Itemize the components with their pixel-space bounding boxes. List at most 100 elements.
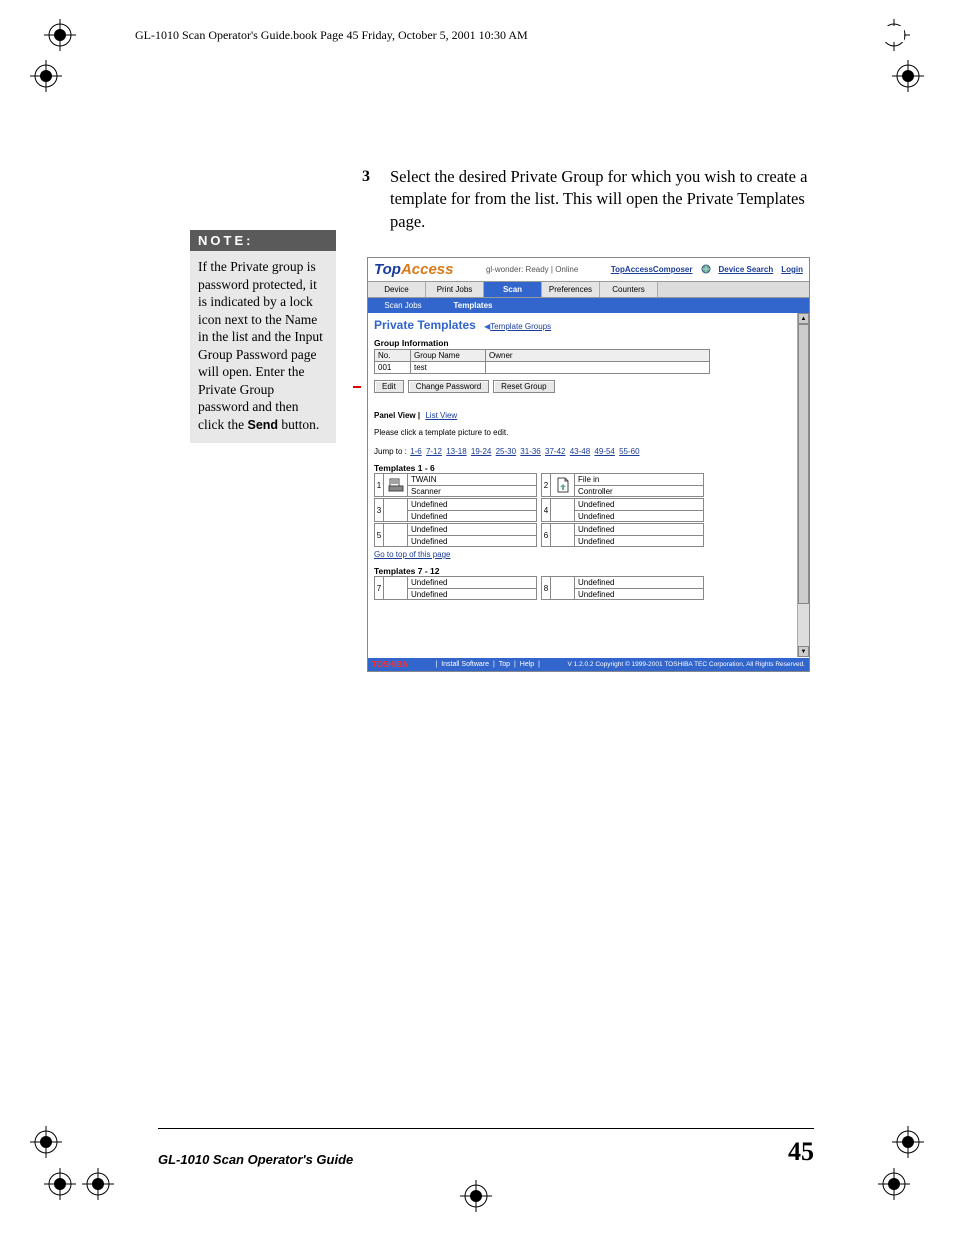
template-line1: TWAIN [407,473,537,485]
template-cell[interactable]: 2File inController [541,473,704,497]
scroll-thumb[interactable] [798,324,809,604]
jump-link[interactable]: 25-30 [496,447,516,456]
template-number: 3 [374,498,383,522]
frame-header-text: GL-1010 Scan Operator's Guide.book Page … [130,28,533,43]
template-cell[interactable]: 8UndefinedUndefined [541,576,704,600]
footer-link[interactable]: Help [520,661,534,668]
go-to-top-link[interactable]: Go to top of this page [374,550,803,559]
reset-group-button[interactable]: Reset Group [493,380,554,393]
footer-link[interactable]: Install Software [441,661,489,668]
document-footer: GL-1010 Scan Operator's Guide 45 [158,1128,814,1167]
template-cell[interactable]: 4UndefinedUndefined [541,498,704,522]
callout-mark [353,386,361,388]
template-icon[interactable] [383,523,407,547]
link-composer[interactable]: TopAccessComposer [611,265,693,274]
tab-counters[interactable]: Counters [600,282,658,297]
template-icon[interactable] [383,576,407,600]
list-view-link[interactable]: List View [425,411,457,420]
reg-mark-icon [460,1180,492,1212]
reg-mark-icon [878,1168,910,1200]
template-number: 8 [541,576,550,600]
template-line1: Undefined [574,523,704,535]
app-header: TopAccess gl-wonder: Ready | Online TopA… [368,258,809,281]
page-number: 45 [788,1137,814,1167]
reg-mark-icon [82,1168,114,1200]
template-line1: Undefined [407,576,537,588]
note-heading: NOTE: [190,230,336,251]
subtab-scan-jobs[interactable]: Scan Jobs [368,298,438,313]
tab-device[interactable]: Device [368,282,426,297]
template-cell[interactable]: 7 UndefinedUndefined [374,576,537,600]
template-cell[interactable]: 3 UndefinedUndefined [374,498,537,522]
subtab-templates[interactable]: Templates [438,298,508,313]
template-line2: Scanner [407,485,537,497]
scrollbar[interactable]: ▲ ▼ [797,313,809,657]
group-info-table: No. Group Name Owner 001 test [374,349,710,374]
note-box: NOTE: If the Private group is password p… [190,230,336,443]
template-icon[interactable] [383,473,407,497]
template-number: 1 [374,473,383,497]
template-line2: Controller [574,485,704,497]
template-line2: Undefined [407,535,537,547]
template-cell[interactable]: 1 TWAINScanner [374,473,537,497]
note-body-bold: Send [247,418,278,432]
gi-th-owner: Owner [486,350,710,362]
jump-link[interactable]: 1-6 [410,447,422,456]
template-number: 6 [541,523,550,547]
jump-link[interactable]: 55-60 [619,447,639,456]
jump-link[interactable]: 37-42 [545,447,565,456]
breadcrumb-link[interactable]: Template Groups [490,322,551,331]
instruction-text: Please click a template picture to edit. [374,428,803,437]
jump-label: Jump to : [374,447,407,456]
jump-link[interactable]: 31-36 [520,447,540,456]
embedded-screenshot: TopAccess gl-wonder: Ready | Online TopA… [367,257,810,672]
template-line2: Undefined [407,510,537,522]
step-number: 3 [362,168,370,186]
gi-th-name: Group Name [411,350,486,362]
tab-preferences[interactable]: Preferences [542,282,600,297]
scroll-up-button[interactable]: ▲ [798,313,809,324]
reg-mark-icon [44,19,76,51]
footer-link[interactable]: Top [499,661,510,668]
jump-link[interactable]: 19-24 [471,447,491,456]
template-line1: Undefined [574,576,704,588]
template-number: 2 [541,473,550,497]
template-line2: Undefined [407,588,537,600]
template-icon[interactable] [550,473,574,497]
scroll-down-button[interactable]: ▼ [798,646,809,657]
template-cell[interactable]: 5UndefinedUndefined [374,523,537,547]
note-body: If the Private group is password protect… [190,251,336,443]
content-body: Private Templates ◀Template Groups Group… [368,313,809,657]
jump-link[interactable]: 13-18 [446,447,466,456]
link-device-search[interactable]: Device Search [719,265,774,274]
template-cell[interactable]: 6 UndefinedUndefined [541,523,704,547]
template-icon[interactable] [550,523,574,547]
footer-copyright: V 1.2.0.2 Copyright © 1999-2001 TOSHIBA … [568,661,805,668]
templates-1-6-heading: Templates 1 - 6 [374,463,803,473]
app-footer: TOSHIBA | Install Software | Top | Help … [368,658,809,671]
jump-link[interactable]: 49-54 [594,447,614,456]
template-number: 7 [374,576,383,600]
template-line1: Undefined [407,498,537,510]
device-status: gl-wonder: Ready | Online [486,265,578,274]
doc-title: GL-1010 Scan Operator's Guide [158,1152,353,1167]
template-line1: Undefined [407,523,537,535]
template-icon[interactable] [383,498,407,522]
change-password-button[interactable]: Change Password [408,380,489,393]
template-line2: Undefined [574,535,704,547]
group-info-heading: Group Information [374,338,803,348]
template-icon[interactable] [550,498,574,522]
globe-icon [701,264,711,276]
template-icon[interactable] [550,576,574,600]
tab-scan[interactable]: Scan [484,282,542,297]
reg-mark-icon [30,60,62,92]
jump-link[interactable]: 7-12 [426,447,442,456]
gi-owner [486,362,710,374]
jump-link[interactable]: 43-48 [570,447,590,456]
link-login[interactable]: Login [781,265,803,274]
edit-button[interactable]: Edit [374,380,404,393]
note-body-post: button. [278,417,319,432]
view-sep: | [416,411,423,420]
tab-print-jobs[interactable]: Print Jobs [426,282,484,297]
gi-th-no: No. [375,350,411,362]
